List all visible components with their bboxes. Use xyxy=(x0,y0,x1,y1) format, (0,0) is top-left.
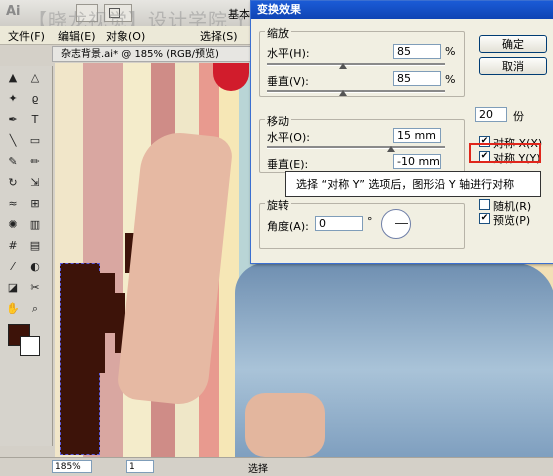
warp-icon[interactable]: ≈ xyxy=(4,196,22,211)
scale-h-input[interactable]: 85 xyxy=(393,44,441,59)
move-h-input[interactable]: 15 mm xyxy=(393,128,441,143)
rotate-dial-icon[interactable] xyxy=(381,209,411,239)
cancel-button[interactable]: 取消 xyxy=(479,57,547,75)
scale-v-knob[interactable] xyxy=(339,90,347,96)
hand-shape xyxy=(245,393,325,457)
selected-shape[interactable] xyxy=(60,263,100,455)
move-h-knob[interactable] xyxy=(387,146,395,152)
menu-edit[interactable]: 编辑(E) xyxy=(58,28,96,44)
pencil-icon[interactable]: ✏ xyxy=(26,154,44,169)
angle-label: 角度(A): xyxy=(267,220,309,233)
scale-v-unit: % xyxy=(445,73,456,86)
menu-select[interactable]: 选择(S) xyxy=(200,28,238,44)
direct-select-icon[interactable]: △ xyxy=(26,70,44,85)
instruction-tooltip: 选择 “对称 Y” 选项后，图形沿 Y 轴进行对称 xyxy=(285,171,541,197)
line-icon[interactable]: ╲ xyxy=(4,133,22,148)
mesh-icon[interactable]: # xyxy=(4,238,22,253)
slice-icon[interactable]: ◪ xyxy=(4,280,22,295)
symbol-sprayer-icon[interactable]: ✺ xyxy=(4,217,22,232)
copies-label: 份 xyxy=(513,110,524,123)
scale-h-knob[interactable] xyxy=(339,63,347,69)
scale-v-slider[interactable] xyxy=(267,90,445,93)
rotate-group-label: 旋转 xyxy=(265,197,291,213)
status-bar: 185% 1 选择 xyxy=(0,457,553,476)
eyedropper-icon[interactable]: ⁄ xyxy=(4,259,22,274)
ok-button[interactable]: 确定 xyxy=(479,35,547,53)
paintbrush-icon[interactable]: ✎ xyxy=(4,154,22,169)
scale-h-slider[interactable] xyxy=(267,63,445,66)
stroke-swatch[interactable] xyxy=(20,336,40,356)
scale-v-input[interactable]: 85 xyxy=(393,71,441,86)
zoom-icon[interactable]: ⌕ xyxy=(26,301,44,316)
selection-tool-icon[interactable]: ▲ xyxy=(4,70,22,85)
angle-input[interactable]: 0 xyxy=(315,216,363,231)
move-group-label: 移动 xyxy=(265,113,291,129)
type-icon[interactable]: T xyxy=(26,112,44,127)
copies-input[interactable]: 20 xyxy=(475,107,507,122)
blend-icon[interactable]: ◐ xyxy=(26,259,44,274)
status-mode: 选择 xyxy=(248,464,268,475)
document-tab-title: 杂志背景.ai* @ 185% (RGB/预览) xyxy=(61,49,219,60)
dialog-title: 变换效果 xyxy=(251,1,553,19)
scale-icon[interactable]: ⇲ xyxy=(26,175,44,190)
app-logo: Ai xyxy=(6,4,21,19)
rectangle-icon[interactable]: ▭ xyxy=(26,133,44,148)
pen-icon[interactable]: ✒ xyxy=(4,112,22,127)
menu-object[interactable]: 对象(O) xyxy=(106,28,145,44)
preview-label: 预览(P) xyxy=(493,214,531,227)
rotate-icon[interactable]: ↻ xyxy=(4,175,22,190)
scale-v-label: 垂直(V): xyxy=(267,75,309,88)
move-v-input[interactable]: -10 mm xyxy=(393,154,441,169)
hand-icon[interactable]: ✋ xyxy=(4,301,22,316)
zoom-field[interactable]: 185% xyxy=(52,460,92,473)
page-field[interactable]: 1 xyxy=(126,460,154,473)
magic-wand-icon[interactable]: ✦ xyxy=(4,91,22,106)
menu-file[interactable]: 文件(F) xyxy=(8,28,45,44)
move-h-slider[interactable] xyxy=(267,146,445,149)
scale-h-label: 水平(H): xyxy=(267,47,310,60)
angle-deg: ° xyxy=(367,215,373,228)
tools-panel: ▲ △ ✦ ϱ ✒ T ╲ ▭ ✎ ✏ ↻ ⇲ ≈ ⊞ ✺ ▥ # ▤ ⁄ ◐ ◪ ✂ ✋ ⌕ xyxy=(0,66,53,446)
scale-group-label: 缩放 xyxy=(265,25,291,41)
gradient-icon[interactable]: ▤ xyxy=(26,238,44,253)
transform-effect-dialog: 变换效果 缩放 水平(H): 85 % 垂直(V): 85 % 移动 水平(O)… xyxy=(250,0,553,264)
random-checkbox[interactable] xyxy=(479,199,490,210)
preview-checkbox[interactable]: ✔ xyxy=(479,213,490,224)
graph-icon[interactable]: ▥ xyxy=(26,217,44,232)
free-transform-icon[interactable]: ⊞ xyxy=(26,196,44,211)
scissors-icon[interactable]: ✂ xyxy=(26,280,44,295)
scale-h-unit: % xyxy=(445,45,456,58)
highlight-box xyxy=(469,143,541,163)
move-h-label: 水平(O): xyxy=(267,131,310,144)
move-v-label: 垂直(E): xyxy=(267,158,309,171)
lasso-icon[interactable]: ϱ xyxy=(26,91,44,106)
